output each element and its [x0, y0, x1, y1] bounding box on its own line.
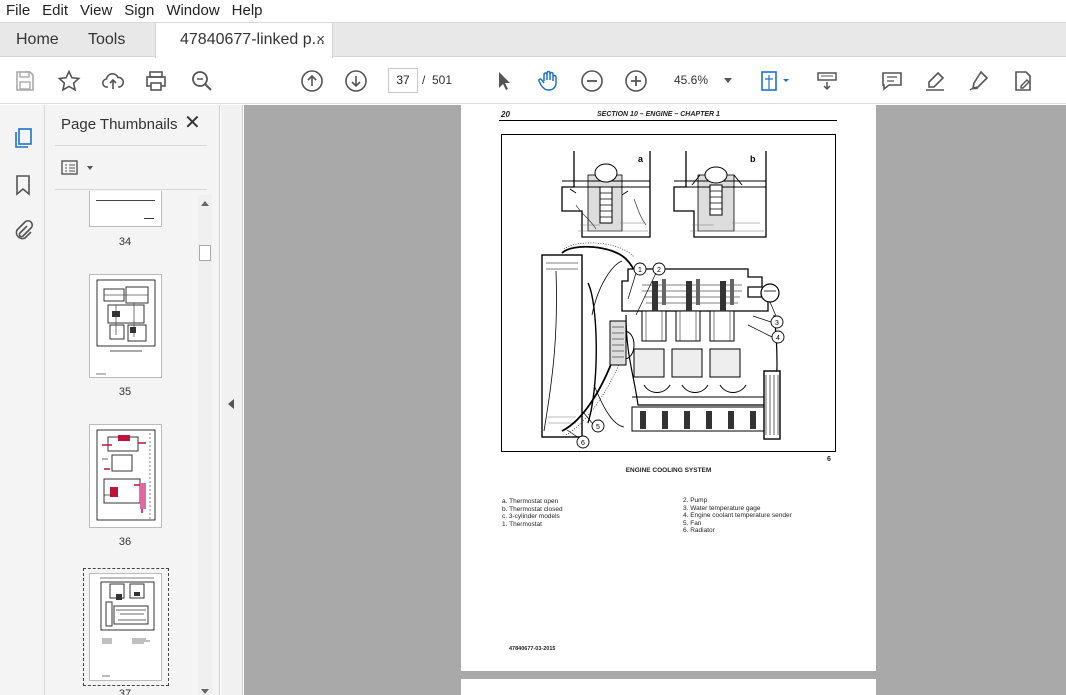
callout-1: 1 — [638, 267, 642, 274]
document-view[interactable]: 20 SECTION 10 – ENGINE – CHAPTER 1 a b 1… — [244, 105, 1066, 695]
callout-5: 5 — [596, 424, 600, 431]
page-number-input[interactable]: 37 — [388, 68, 418, 93]
thumbnails-panel: Page Thumbnails ✕ 34 35 36 37 — [45, 105, 220, 695]
fit-page-icon[interactable] — [759, 69, 793, 93]
menu-help[interactable]: Help — [226, 0, 269, 22]
thumbnail-page-37[interactable] — [89, 573, 162, 681]
thumbnail-page-34[interactable] — [89, 191, 162, 227]
legend-left: a. Thermostat open b. Thermostat closed … — [502, 498, 563, 528]
callout-2: 2 — [657, 267, 661, 274]
pages-thumbnails-icon[interactable] — [11, 126, 35, 150]
legend-item: c. 3-cylinder models — [502, 513, 560, 520]
scroll-down-icon[interactable] — [201, 689, 209, 694]
tab-document[interactable]: 47840677-linked p... × — [155, 23, 333, 59]
callout-6: 6 — [581, 440, 585, 447]
thumbnail-page-36[interactable] — [89, 424, 162, 528]
header-rule — [499, 120, 837, 121]
attachment-paperclip-icon[interactable] — [11, 219, 35, 243]
figure-number: 6 — [827, 456, 831, 463]
legend-item: 6. Radiator — [683, 527, 715, 534]
thumbnail-list: 34 35 36 37 — [45, 191, 205, 695]
scroll-up-icon[interactable] — [201, 201, 209, 206]
zoom-select[interactable]: 45.6% — [664, 68, 740, 93]
page-number: 20 — [501, 110, 510, 119]
legend-right: 2. Pump 3. Water temperature gage 4. Eng… — [683, 497, 792, 535]
select-cursor-icon[interactable] — [492, 69, 516, 93]
thumbnail-label: 37 — [118, 688, 132, 695]
legend-item: 1. Thermostat — [502, 520, 542, 528]
panel-close-icon[interactable]: ✕ — [184, 113, 201, 133]
edit-pdf-icon[interactable] — [1011, 69, 1035, 93]
divider — [55, 189, 207, 190]
toolbar: 37 / 501 45.6% — [0, 58, 1066, 104]
print-icon[interactable] — [144, 69, 168, 93]
sign-pen-icon[interactable] — [967, 69, 991, 93]
legend-item: 3. Water temperature gage — [683, 504, 761, 512]
figure-label-a: a — [638, 154, 644, 164]
next-pdf-page — [461, 679, 876, 695]
comment-icon[interactable] — [880, 69, 904, 93]
callout-4: 4 — [776, 335, 780, 342]
next-page-icon[interactable] — [344, 69, 368, 93]
figure-label-b: b — [750, 154, 756, 164]
menu-edit[interactable]: Edit — [36, 0, 74, 22]
thumbnail-label: 35 — [118, 386, 132, 398]
legend-item: 5. Fan — [683, 519, 702, 527]
highlight-pen-icon[interactable] — [923, 69, 947, 93]
thumbnail-label: 34 — [118, 236, 132, 248]
panel-collapse-strip[interactable] — [221, 105, 243, 695]
figure-caption: ENGINE COOLING SYSTEM — [625, 467, 712, 474]
chevron-down-icon — [724, 78, 732, 83]
menu-bar: File Edit View Sign Window Help — [0, 0, 1066, 22]
zoom-search-icon[interactable] — [190, 69, 214, 93]
menu-window[interactable]: Window — [160, 0, 225, 22]
tab-tools[interactable]: Tools — [88, 23, 125, 58]
navigation-pane-icons — [0, 105, 45, 695]
thumbnail-page-35[interactable] — [89, 274, 162, 378]
thumbnail-label: 36 — [118, 536, 132, 548]
tab-close-icon[interactable]: × — [316, 23, 325, 57]
zoom-out-icon[interactable] — [580, 69, 604, 93]
thumbnail-options-menu-icon[interactable] — [61, 159, 97, 177]
scroll-mode-icon[interactable] — [815, 69, 839, 93]
bookmark-icon[interactable] — [11, 173, 35, 197]
tab-home[interactable]: Home — [16, 23, 59, 58]
divider — [55, 145, 207, 146]
menu-file[interactable]: File — [0, 0, 36, 22]
page-footer: 47840677-03-2015 — [509, 646, 556, 652]
save-icon[interactable] — [13, 69, 37, 93]
tab-bar: Home Tools 47840677-linked p... × — [0, 22, 1066, 59]
cloud-upload-icon[interactable] — [101, 69, 125, 93]
panel-title: Page Thumbnails — [61, 116, 178, 133]
legend-item: a. Thermostat open — [502, 498, 559, 505]
zoom-in-icon[interactable] — [624, 69, 648, 93]
hand-tool-icon[interactable] — [536, 69, 560, 93]
previous-page-icon[interactable] — [300, 69, 324, 93]
page-header: SECTION 10 – ENGINE – CHAPTER 1 — [597, 111, 720, 118]
collapse-arrow-icon[interactable] — [228, 399, 234, 409]
page-total: 501 — [432, 73, 453, 87]
scroll-thumb[interactable] — [199, 245, 211, 261]
pdf-page: 20 SECTION 10 – ENGINE – CHAPTER 1 a b 1… — [461, 105, 876, 671]
legend-item: b. Thermostat closed — [502, 505, 563, 513]
thumbnail-scrollbar[interactable] — [198, 195, 212, 695]
legend-item: 4. Engine coolant temperature sender — [683, 512, 792, 519]
engine-cooling-diagram: a b 1 2 3 4 5 6 — [541, 151, 785, 449]
legend-item: 2. Pump — [683, 497, 708, 504]
menu-view[interactable]: View — [74, 0, 118, 22]
menu-sign[interactable]: Sign — [118, 0, 160, 22]
figure-frame: a b 1 2 3 4 5 6 — [501, 134, 836, 452]
star-icon[interactable] — [57, 69, 81, 93]
zoom-value: 45.6% — [674, 73, 709, 87]
callout-3: 3 — [775, 320, 779, 327]
tab-document-label: 47840677-linked p... — [180, 31, 325, 48]
page-separator: / — [422, 73, 426, 87]
